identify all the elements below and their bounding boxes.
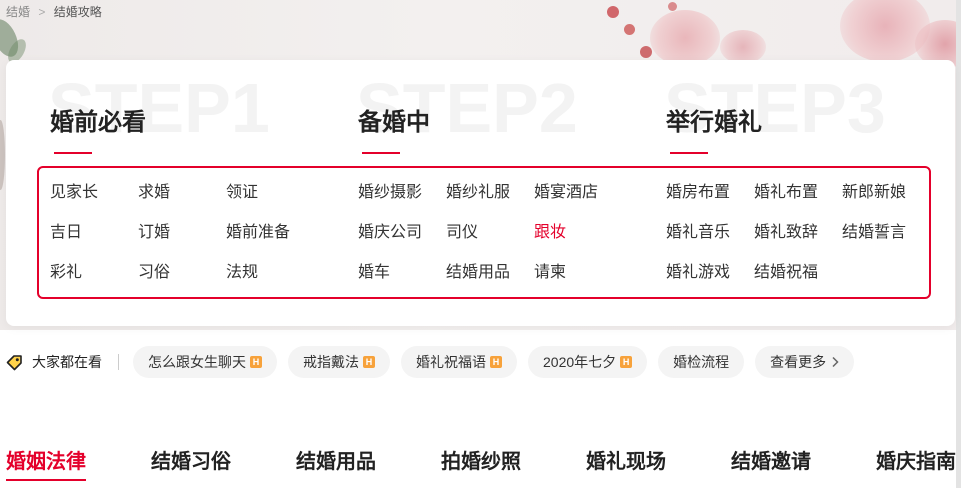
guide-link-wedding-photography[interactable]: 婚纱摄影 xyxy=(358,173,446,213)
breadcrumb-home-link[interactable]: 结婚 xyxy=(6,5,30,19)
guide-link-bride-price[interactable]: 彩礼 xyxy=(50,253,138,293)
guide-link-meet-parents[interactable]: 见家长 xyxy=(50,173,138,213)
guide-link-row: 婚车 结婚用品 请柬 xyxy=(358,253,658,293)
berry-decoration xyxy=(640,46,652,58)
trending-tag-label: 2020年七夕 xyxy=(543,354,617,370)
guide-link-wedding-vows[interactable]: 结婚誓言 xyxy=(842,213,930,253)
hot-badge: H xyxy=(250,356,262,368)
guide-link-auspicious-date[interactable]: 吉日 xyxy=(50,213,138,253)
guide-link-marriage-registration[interactable]: 领证 xyxy=(226,173,314,213)
tab-wedding-supplies[interactable]: 结婚用品 xyxy=(296,449,376,475)
page-edge-strip xyxy=(956,0,961,488)
hot-badge: H xyxy=(620,356,633,368)
guide-link-wedding-car[interactable]: 婚车 xyxy=(358,253,446,293)
guide-links: 婚纱摄影 婚纱礼服 婚宴酒店 婚庆公司 司仪 跟妆 婚车 结婚用品 请柬 xyxy=(358,173,658,293)
breadcrumb-current: 结婚攻略 xyxy=(53,5,102,19)
tag-icon xyxy=(6,355,22,371)
wedding-guide-card: STEP1 婚前必看 见家长 求婚 领证 吉日 订婚 婚前准备 彩礼 习俗 法规… xyxy=(6,60,955,326)
guide-link-wedding-supplies[interactable]: 结婚用品 xyxy=(446,253,534,293)
trending-tag-wedding-wishes[interactable]: 婚礼祝福语 H xyxy=(401,346,517,378)
guide-link-bridal-makeup[interactable]: 跟妆 xyxy=(534,213,622,253)
trending-tag-label: 婚礼祝福语 xyxy=(416,354,486,370)
flower-decoration xyxy=(720,30,766,64)
view-more-label: 查看更多 xyxy=(770,354,827,370)
guide-link-wedding-speech[interactable]: 婚礼致辞 xyxy=(754,213,842,253)
branch-decoration xyxy=(0,120,5,190)
hot-badge: H xyxy=(490,356,502,368)
guide-links: 见家长 求婚 领证 吉日 订婚 婚前准备 彩礼 习俗 法规 xyxy=(50,173,350,293)
view-more-button[interactable]: 查看更多 xyxy=(755,346,855,378)
berry-decoration xyxy=(624,24,635,35)
berry-decoration xyxy=(668,2,677,11)
guide-link-venue-decor[interactable]: 婚礼布置 xyxy=(754,173,842,213)
trending-tag-chat-with-girls[interactable]: 怎么跟女生聊天 H xyxy=(133,346,277,378)
trending-tag-premarital-checkup[interactable]: 婚检流程 H xyxy=(658,346,745,378)
column-title: 举行婚礼 xyxy=(666,109,762,136)
guide-link-regulations[interactable]: 法规 xyxy=(226,253,314,293)
column-title: 婚前必看 xyxy=(50,109,146,136)
trending-tags: 怎么跟女生聊天 H 戒指戴法 H 婚礼祝福语 H 2020年七夕 H 婚检流程 … xyxy=(133,346,855,378)
hot-badge: H xyxy=(363,356,375,368)
chevron-right-icon xyxy=(832,356,839,368)
trending-tag-label: 婚检流程 xyxy=(673,354,730,370)
trending-tag-qixi-2020[interactable]: 2020年七夕 H xyxy=(528,346,648,378)
flower-decoration xyxy=(650,10,720,66)
guide-link-row: 见家长 求婚 领证 xyxy=(50,173,350,213)
guide-link-bride-groom[interactable]: 新郎新娘 xyxy=(842,173,930,213)
guide-link-wedding-wishes[interactable]: 结婚祝福 xyxy=(754,253,842,293)
guide-links: 婚房布置 婚礼布置 新郎新娘 婚礼音乐 婚礼致辞 结婚誓言 婚礼游戏 结婚祝福 xyxy=(666,173,955,293)
breadcrumb-separator: > xyxy=(38,5,46,19)
guide-link-customs[interactable]: 习俗 xyxy=(138,253,226,293)
tab-wedding-photos[interactable]: 拍婚纱照 xyxy=(441,449,521,475)
guide-link-emcee[interactable]: 司仪 xyxy=(446,213,534,253)
category-tabs: 婚姻法律 结婚习俗 结婚用品 拍婚纱照 婚礼现场 结婚邀请 婚庆指南 xyxy=(6,449,956,481)
guide-link-row: 彩礼 习俗 法规 xyxy=(50,253,350,293)
guide-link-row: 婚礼游戏 结婚祝福 xyxy=(666,253,955,293)
guide-column-step3: STEP3 举行婚礼 婚房布置 婚礼布置 新郎新娘 婚礼音乐 婚礼致辞 结婚誓言… xyxy=(664,60,955,326)
guide-column-step2: STEP2 备婚中 婚纱摄影 婚纱礼服 婚宴酒店 婚庆公司 司仪 跟妆 婚车 结… xyxy=(356,60,658,326)
trending-label: 大家都在看 xyxy=(32,354,102,370)
column-title: 备婚中 xyxy=(358,109,430,136)
trending-tag-ring-wearing[interactable]: 戒指戴法 H xyxy=(288,346,390,378)
trending-divider xyxy=(118,354,119,370)
trending-tag-label: 戒指戴法 xyxy=(303,354,359,370)
guide-link-row: 婚礼音乐 婚礼致辞 结婚誓言 xyxy=(666,213,955,253)
guide-link-pre-wedding-prep[interactable]: 婚前准备 xyxy=(226,213,314,253)
guide-link-wedding-dress[interactable]: 婚纱礼服 xyxy=(446,173,534,213)
guide-link-banquet-hotel[interactable]: 婚宴酒店 xyxy=(534,173,622,213)
trending-tag-label: 怎么跟女生聊天 xyxy=(148,354,246,370)
tab-wedding-scene[interactable]: 婚礼现场 xyxy=(586,449,666,475)
guide-link-row: 婚纱摄影 婚纱礼服 婚宴酒店 xyxy=(358,173,658,213)
berry-decoration xyxy=(607,6,619,18)
title-underline xyxy=(54,152,92,154)
guide-link-proposal[interactable]: 求婚 xyxy=(138,173,226,213)
guide-link-wedding-music[interactable]: 婚礼音乐 xyxy=(666,213,754,253)
tab-wedding-planning-guide[interactable]: 婚庆指南 xyxy=(876,449,956,475)
title-underline xyxy=(362,152,400,154)
guide-link-wedding-games[interactable]: 婚礼游戏 xyxy=(666,253,754,293)
breadcrumb: 结婚 > 结婚攻略 xyxy=(6,4,102,20)
title-underline xyxy=(670,152,708,154)
tab-marriage-law[interactable]: 婚姻法律 xyxy=(6,449,86,481)
tab-wedding-customs[interactable]: 结婚习俗 xyxy=(151,449,231,475)
guide-link-engagement[interactable]: 订婚 xyxy=(138,213,226,253)
guide-link-bridal-room-decor[interactable]: 婚房布置 xyxy=(666,173,754,213)
guide-link-row: 婚房布置 婚礼布置 新郎新娘 xyxy=(666,173,955,213)
trending-bar: 大家都在看 怎么跟女生聊天 H 戒指戴法 H 婚礼祝福语 H 2020年七夕 H… xyxy=(0,346,961,378)
guide-link-row: 吉日 订婚 婚前准备 xyxy=(50,213,350,253)
tab-wedding-invitations[interactable]: 结婚邀请 xyxy=(731,449,811,475)
guide-link-invitations[interactable]: 请柬 xyxy=(534,253,622,293)
guide-link-wedding-planner[interactable]: 婚庆公司 xyxy=(358,213,446,253)
guide-link-row: 婚庆公司 司仪 跟妆 xyxy=(358,213,658,253)
guide-column-step1: STEP1 婚前必看 见家长 求婚 领证 吉日 订婚 婚前准备 彩礼 习俗 法规 xyxy=(48,60,350,326)
